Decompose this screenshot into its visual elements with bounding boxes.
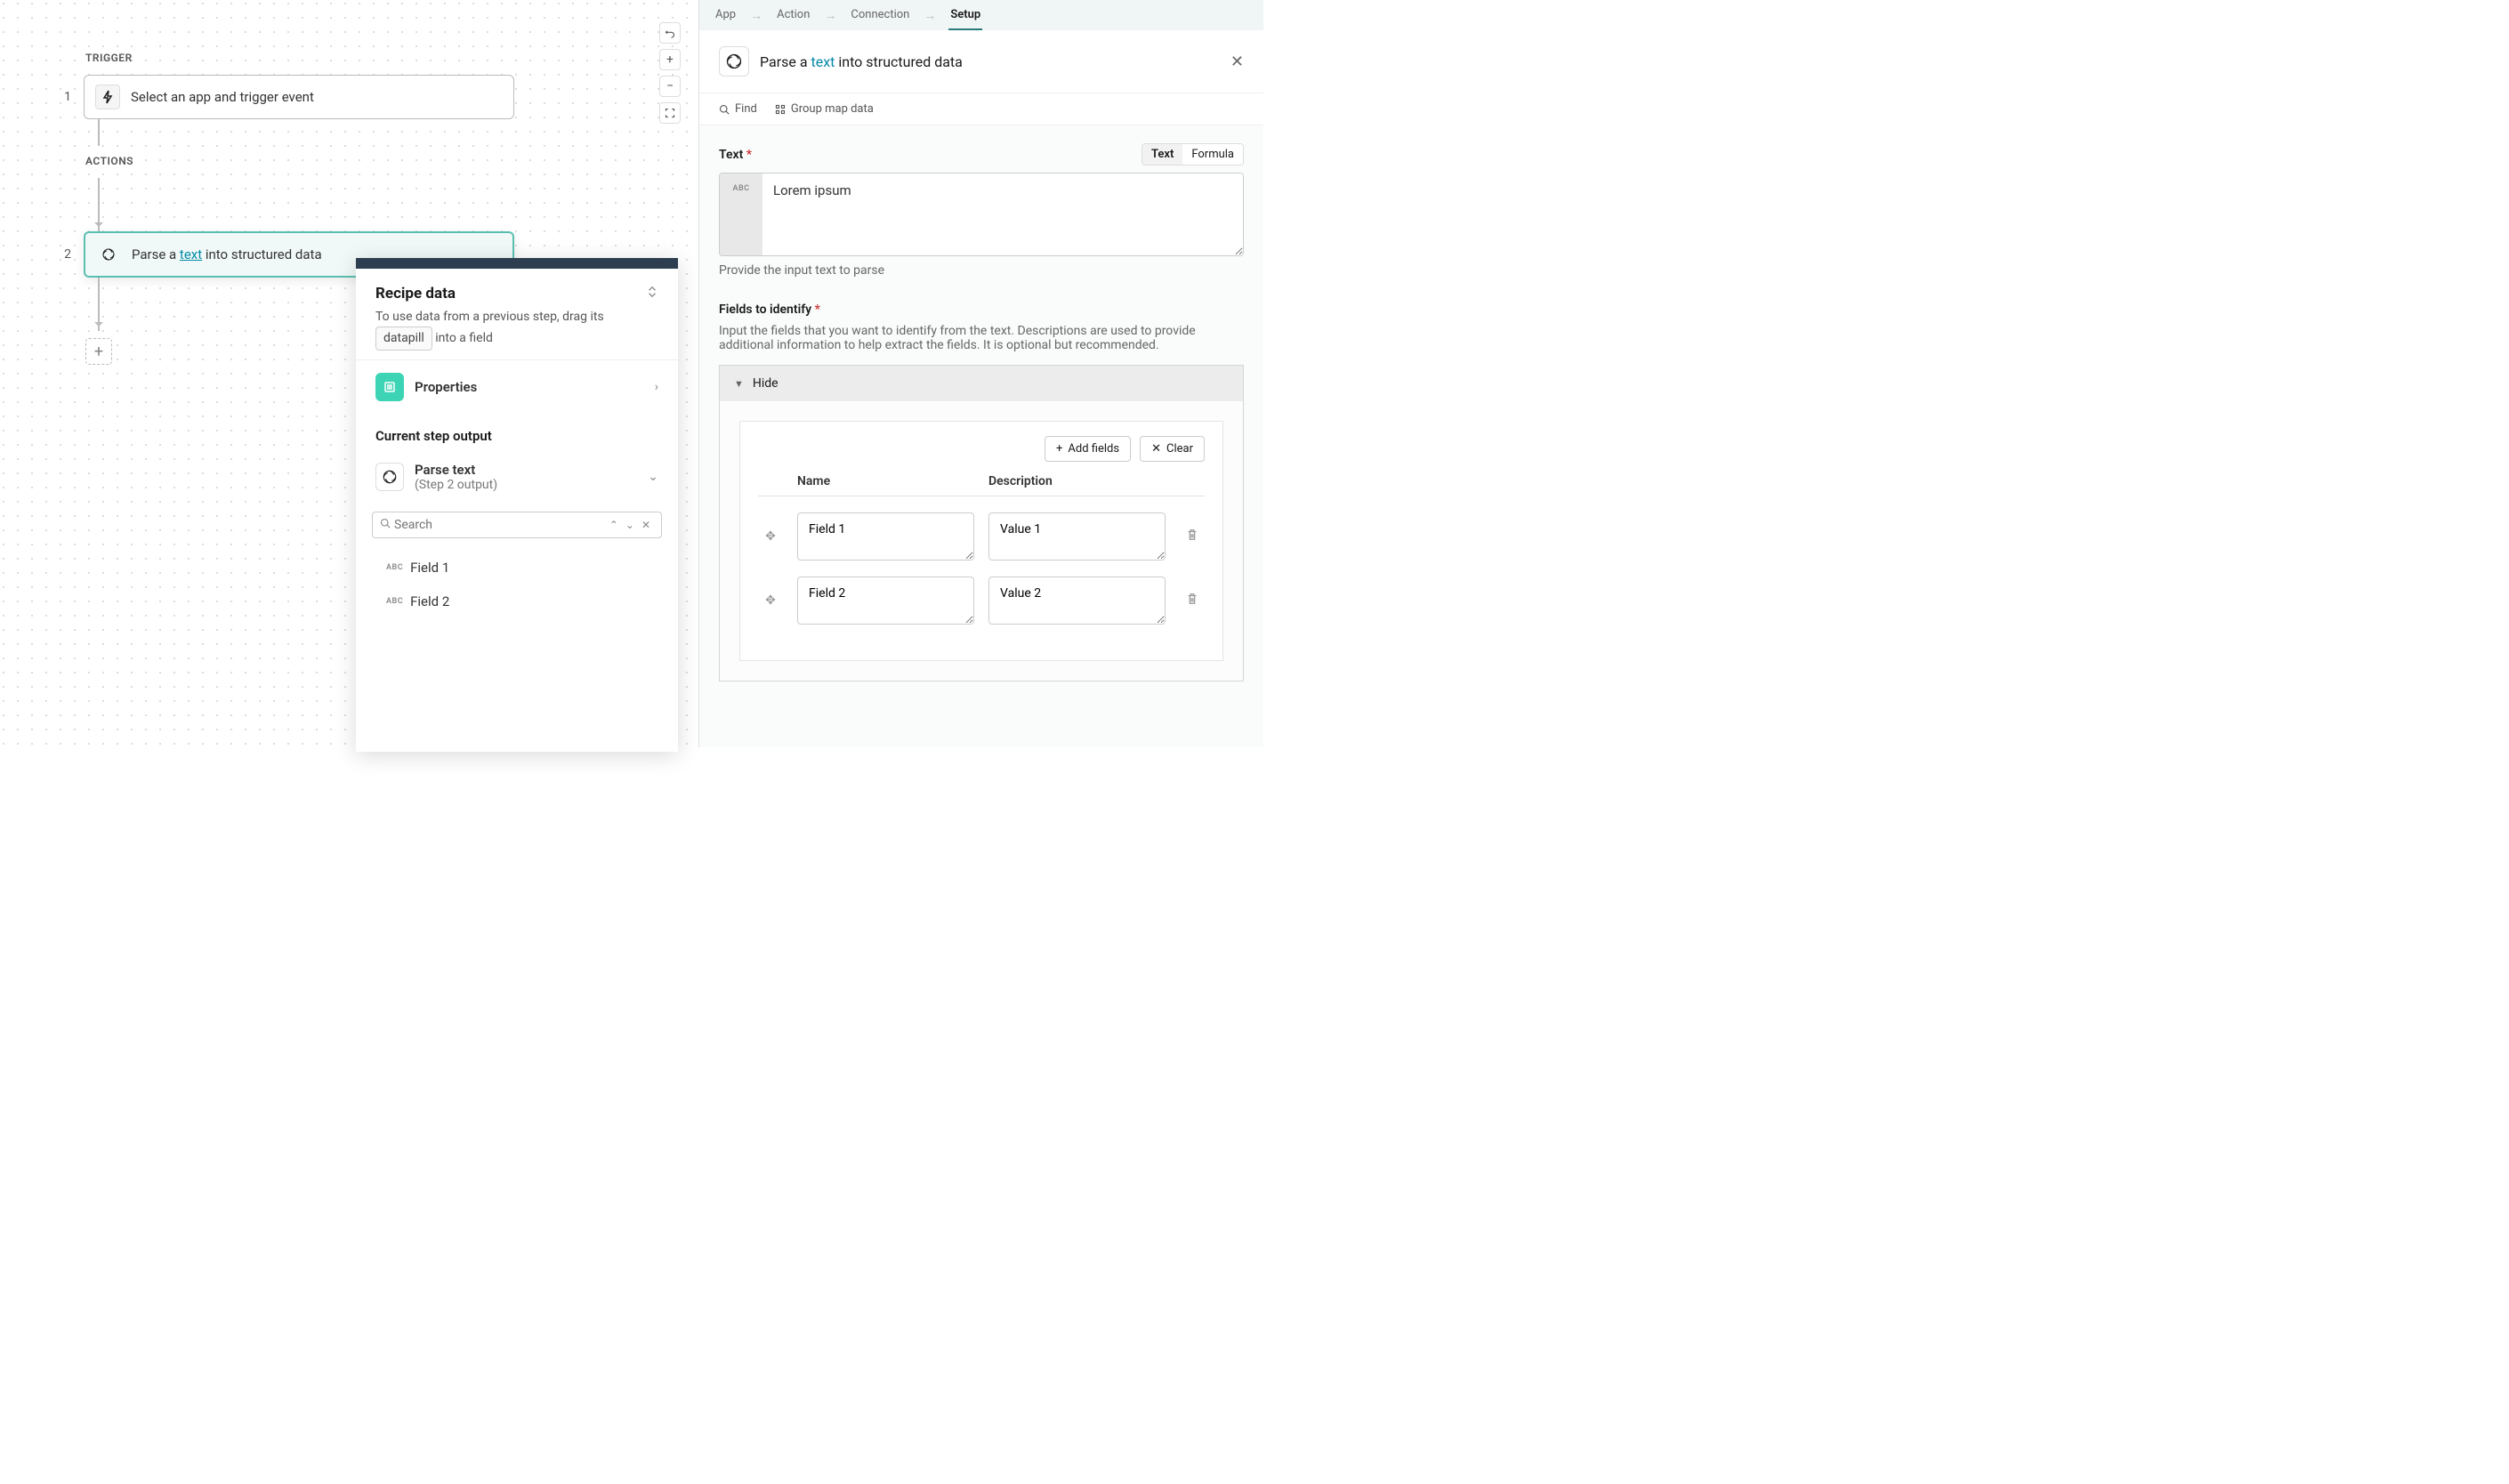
chevron-right-icon: › bbox=[655, 380, 658, 394]
connector-arrow bbox=[98, 278, 100, 331]
mode-formula-button[interactable]: Formula bbox=[1182, 144, 1243, 165]
delete-row-button[interactable] bbox=[1180, 593, 1205, 609]
field-name-input[interactable]: Field 2 bbox=[797, 577, 974, 625]
step-number: 1 bbox=[53, 90, 71, 104]
mode-toggle: Text Formula bbox=[1142, 143, 1244, 165]
search-input[interactable] bbox=[391, 516, 606, 534]
panel-toolbar: Find Group map data bbox=[699, 93, 1263, 125]
openai-icon bbox=[375, 463, 404, 491]
recipe-data-title: Recipe data bbox=[375, 285, 456, 302]
tab-app[interactable]: App bbox=[714, 1, 738, 30]
openai-icon bbox=[719, 46, 749, 77]
field-row: ✥ Field 1 Value 1 bbox=[758, 512, 1205, 561]
fields-to-identify-label: Fields to identify * bbox=[719, 302, 1244, 317]
panel-header: Parse a text into structured data ✕ bbox=[699, 30, 1263, 93]
column-name-header: Name bbox=[797, 474, 974, 488]
field-description-input[interactable]: Value 1 bbox=[988, 512, 1166, 561]
close-icon: ✕ bbox=[1151, 442, 1161, 456]
step-text: Select an app and trigger event bbox=[131, 89, 314, 105]
step-number: 2 bbox=[53, 247, 71, 262]
search-field[interactable]: ⌃ ⌄ ✕ bbox=[372, 512, 662, 538]
recipe-data-description: To use data from a previous step, drag i… bbox=[375, 308, 658, 351]
text-helper: Provide the input text to parse bbox=[719, 263, 1244, 278]
mode-text-button[interactable]: Text bbox=[1142, 144, 1182, 165]
breadcrumb-tabs: App → Action → Connection → Setup bbox=[699, 0, 1263, 30]
workflow-canvas: + − TRIGGER 1 Select an app and trigger … bbox=[0, 0, 698, 747]
chevron-right-icon: → bbox=[750, 8, 762, 23]
parse-text-output-item[interactable]: Parse text (Step 2 output) ⌄ bbox=[356, 449, 678, 504]
field-name-input[interactable]: Field 1 bbox=[797, 512, 974, 561]
search-prev-icon[interactable]: ⌃ bbox=[606, 519, 622, 531]
drag-handle-icon[interactable]: ✥ bbox=[758, 529, 783, 544]
properties-icon bbox=[375, 373, 404, 401]
fields-description: Input the fields that you want to identi… bbox=[719, 324, 1244, 352]
parse-text-label: Parse text bbox=[415, 462, 637, 478]
tab-action[interactable]: Action bbox=[775, 1, 811, 30]
search-clear-icon[interactable]: ✕ bbox=[638, 519, 654, 531]
actions-section-label: ACTIONS bbox=[85, 155, 698, 167]
type-badge: ABC bbox=[386, 597, 403, 606]
chevron-right-icon: → bbox=[824, 8, 836, 23]
add-fields-button[interactable]: + Add fields bbox=[1045, 436, 1131, 462]
add-step-button[interactable]: + bbox=[85, 338, 112, 365]
properties-item[interactable]: Properties › bbox=[356, 360, 678, 414]
connector-line bbox=[98, 119, 100, 146]
undo-button[interactable] bbox=[659, 22, 681, 44]
text-type-gutter: ABC bbox=[720, 173, 762, 255]
output-field-item[interactable]: ABC Field 2 bbox=[375, 585, 658, 618]
tab-setup[interactable]: Setup bbox=[948, 1, 982, 30]
parse-text-sub: (Step 2 output) bbox=[415, 478, 637, 492]
field-name: Field 1 bbox=[410, 560, 449, 576]
group-map-data-button[interactable]: Group map data bbox=[775, 102, 874, 116]
type-badge: ABC bbox=[386, 563, 403, 572]
search-icon bbox=[380, 518, 391, 532]
text-field-label: Text * bbox=[719, 148, 752, 162]
hide-toggle[interactable]: ▼ Hide bbox=[720, 366, 1243, 401]
field-name: Field 2 bbox=[410, 593, 449, 609]
plus-icon: + bbox=[1056, 442, 1062, 456]
find-button[interactable]: Find bbox=[719, 102, 757, 116]
datapill-badge: datapill bbox=[375, 327, 432, 351]
panel-drag-bar[interactable] bbox=[356, 258, 678, 269]
step-text: Parse a text into structured data bbox=[132, 246, 322, 262]
text-input[interactable]: Lorem ipsum bbox=[762, 173, 1243, 255]
delete-row-button[interactable] bbox=[1180, 528, 1205, 544]
close-button[interactable]: ✕ bbox=[1230, 52, 1244, 71]
drag-handle-icon[interactable]: ✥ bbox=[758, 593, 783, 608]
field-row: ✥ Field 2 Value 2 bbox=[758, 577, 1205, 625]
setup-panel: App → Action → Connection → Setup Parse … bbox=[698, 0, 1263, 747]
trigger-step-card[interactable]: Select an app and trigger event bbox=[84, 75, 514, 119]
current-step-output-heading: Current step output bbox=[356, 414, 678, 449]
collapse-icon[interactable] bbox=[646, 286, 658, 302]
panel-title: Parse a text into structured data bbox=[760, 53, 1220, 70]
column-description-header: Description bbox=[988, 474, 1166, 488]
field-description-input[interactable]: Value 2 bbox=[988, 577, 1166, 625]
recipe-data-panel: Recipe data To use data from a previous … bbox=[356, 258, 678, 752]
chevron-right-icon: → bbox=[924, 8, 936, 23]
tab-connection[interactable]: Connection bbox=[849, 1, 911, 30]
caret-down-icon: ▼ bbox=[734, 378, 744, 390]
trigger-section-label: TRIGGER bbox=[85, 52, 698, 64]
search-next-icon[interactable]: ⌄ bbox=[622, 519, 638, 531]
chevron-down-icon: ⌄ bbox=[648, 470, 658, 484]
output-field-item[interactable]: ABC Field 1 bbox=[375, 551, 658, 585]
properties-label: Properties bbox=[415, 379, 644, 395]
clear-button[interactable]: ✕ Clear bbox=[1140, 436, 1205, 462]
bolt-icon bbox=[95, 85, 120, 109]
openai-icon bbox=[96, 242, 121, 267]
connector-arrow bbox=[98, 178, 100, 231]
